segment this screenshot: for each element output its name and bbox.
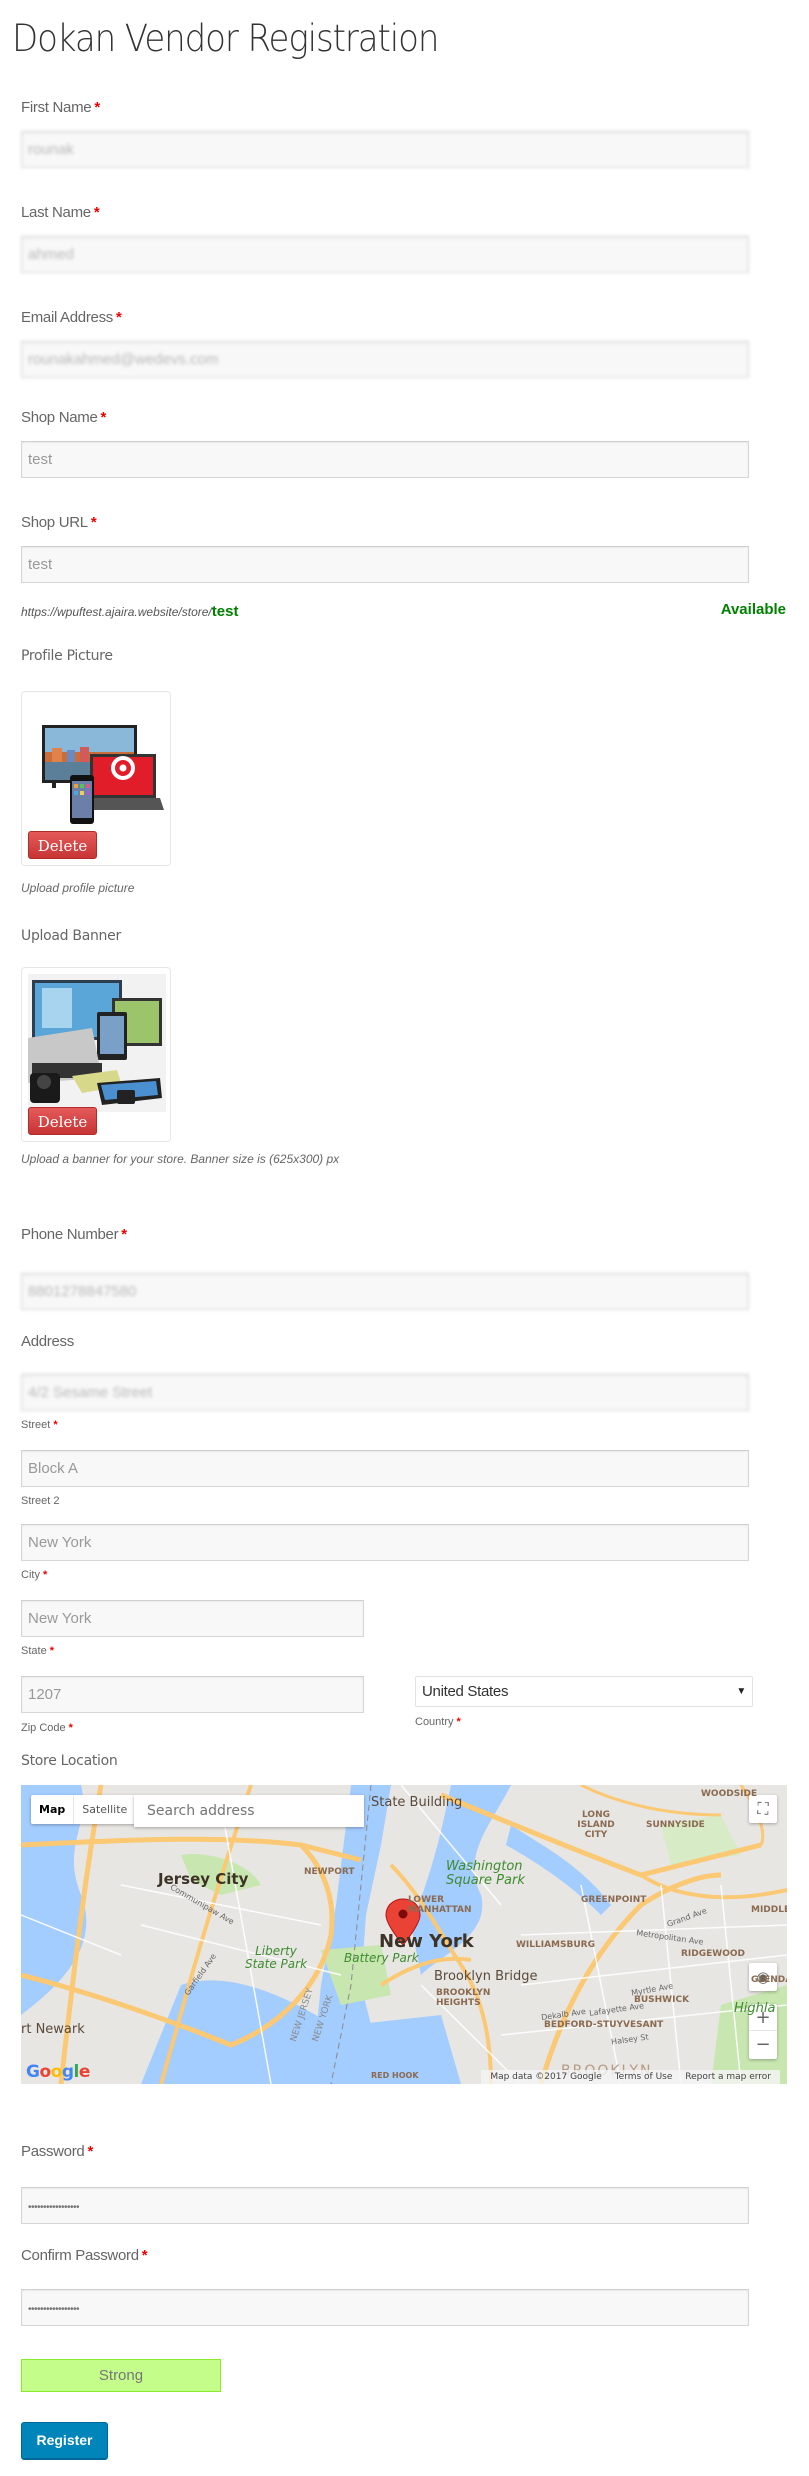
shop-url-input[interactable]: test	[21, 546, 749, 583]
shop-name-label: Shop Name *	[21, 409, 107, 426]
state-input[interactable]: New York	[21, 1600, 364, 1637]
required-marker: *	[121, 1226, 127, 1243]
zoom-out-button[interactable]: −	[749, 2031, 777, 2058]
confirm-password-label: Confirm Password *	[21, 2247, 148, 2264]
terms-of-use-link[interactable]: Terms of Use	[615, 2072, 673, 2082]
map-label: Liberty State Park	[244, 1944, 308, 1971]
first-name-input[interactable]: rounak	[21, 131, 749, 168]
email-label: Email Address *	[21, 309, 122, 326]
map-label: LOWER MANHATTAN	[408, 1895, 472, 1915]
map-label: Highla	[734, 2001, 776, 2016]
google-logo: Google	[26, 2062, 90, 2082]
url-availability-status: Available	[720, 601, 786, 618]
map-label: MIDDLE	[751, 1905, 787, 1915]
required-marker: *	[94, 99, 100, 116]
map-label: GREENPOINT	[581, 1895, 647, 1905]
last-name-label: Last Name *	[21, 204, 100, 221]
required-marker: *	[100, 409, 107, 426]
map-label: New York	[379, 1931, 474, 1952]
map-type-map-button[interactable]: Map	[31, 1795, 75, 1824]
country-sublabel: Country *	[415, 1716, 461, 1728]
shop-name-input[interactable]: test	[21, 441, 749, 478]
map-label: RED HOOK	[371, 2071, 419, 2080]
password-input[interactable]: •••••••••••••••••	[21, 2187, 749, 2224]
map-label: WOODSIDE	[701, 1789, 758, 1799]
store-location-label: Store Location	[21, 1753, 118, 1769]
required-marker: *	[93, 204, 100, 221]
banner-hint: Upload a banner for your store. Banner s…	[21, 1152, 340, 1166]
map-label: BEDFORD-STUYVESANT	[544, 2020, 664, 2030]
map-label: Washington Square Park	[446, 1859, 525, 1888]
required-marker: *	[90, 514, 97, 531]
address-label: Address	[21, 1333, 74, 1350]
map-label: rt Newark	[21, 2022, 85, 2037]
map-label: NEWPORT	[304, 1867, 355, 1877]
state-sublabel: State *	[21, 1645, 54, 1657]
street2-sublabel: Street 2	[21, 1495, 60, 1507]
map-label: GLENDAL	[751, 1975, 787, 1985]
shop-url-slug: test	[211, 603, 239, 620]
map-data-credit: Map data ©2017 Google	[490, 2072, 602, 2082]
map-type-satellite-button[interactable]: Satellite	[74, 1795, 135, 1824]
required-marker: *	[42, 1569, 48, 1581]
password-strength-indicator: Strong	[21, 2359, 221, 2392]
map-type-control: Map Satellite	[31, 1795, 136, 1824]
required-marker: *	[68, 1722, 73, 1734]
profile-picture-box: Delete	[21, 691, 171, 866]
city-input[interactable]: New York	[21, 1524, 749, 1561]
first-name-label: First Name *	[21, 99, 100, 116]
banner-box: Delete	[21, 967, 171, 1142]
street-input[interactable]: 4/2 Sesame Street	[21, 1374, 749, 1411]
map-label: BROOKLYN HEIGHTS	[436, 1988, 491, 2008]
map-search-input[interactable]	[134, 1795, 364, 1827]
required-marker: *	[87, 2143, 94, 2160]
map-label: State Building	[371, 1795, 463, 1810]
store-location-map[interactable]: Map Satellite ⛶ ◉ + − State Building WOO…	[21, 1785, 787, 2084]
city-sublabel: City *	[21, 1569, 48, 1581]
profile-picture-hint: Upload profile picture	[21, 881, 135, 895]
map-label: LONG ISLAND CITY	[577, 1810, 615, 1840]
required-marker: *	[53, 1419, 58, 1431]
shop-url-preview: https://wpuftest.ajaira.website/store/te…	[21, 603, 239, 620]
required-marker: *	[115, 309, 122, 326]
required-marker: *	[141, 2247, 148, 2264]
fullscreen-icon[interactable]: ⛶	[749, 1795, 777, 1823]
password-label: Password *	[21, 2143, 94, 2160]
zip-input[interactable]: 1207	[21, 1676, 364, 1713]
street2-input[interactable]: Block A	[21, 1450, 749, 1487]
shop-url-label: Shop URL *	[21, 514, 97, 531]
phone-label: Phone Number *	[21, 1226, 127, 1243]
report-map-error-link[interactable]: Report a map error	[685, 2072, 771, 2082]
zip-sublabel: Zip Code *	[21, 1722, 73, 1734]
phone-input[interactable]: 8801278847580	[21, 1273, 749, 1310]
email-input[interactable]: rounakahmed@wedevs.com	[21, 341, 749, 378]
banner-label: Upload Banner	[21, 928, 121, 944]
required-marker: *	[49, 1645, 54, 1657]
required-marker: *	[456, 1716, 461, 1728]
map-label: WILLIAMSBURG	[516, 1940, 595, 1950]
profile-picture-label: Profile Picture	[21, 648, 113, 664]
map-label: Brooklyn Bridge	[434, 1969, 538, 1984]
map-label: Battery Park	[344, 1951, 419, 1965]
map-label: RIDGEWOOD	[681, 1949, 745, 1959]
register-button[interactable]: Register	[21, 2422, 108, 2460]
map-attribution: Map data ©2017 Google Terms of Use Repor…	[481, 2070, 780, 2084]
delete-profile-picture-button[interactable]: Delete	[28, 831, 97, 859]
chevron-down-icon: ▼	[736, 1686, 746, 1697]
map-label: SUNNYSIDE	[646, 1820, 705, 1830]
confirm-password-input[interactable]: •••••••••••••••••	[21, 2289, 749, 2326]
country-select[interactable]: United States ▼	[415, 1676, 753, 1707]
delete-banner-button[interactable]: Delete	[28, 1107, 97, 1135]
last-name-input[interactable]: ahmed	[21, 236, 749, 273]
street-sublabel: Street *	[21, 1419, 58, 1431]
page-title: Dokan Vendor Registration	[12, 17, 439, 60]
